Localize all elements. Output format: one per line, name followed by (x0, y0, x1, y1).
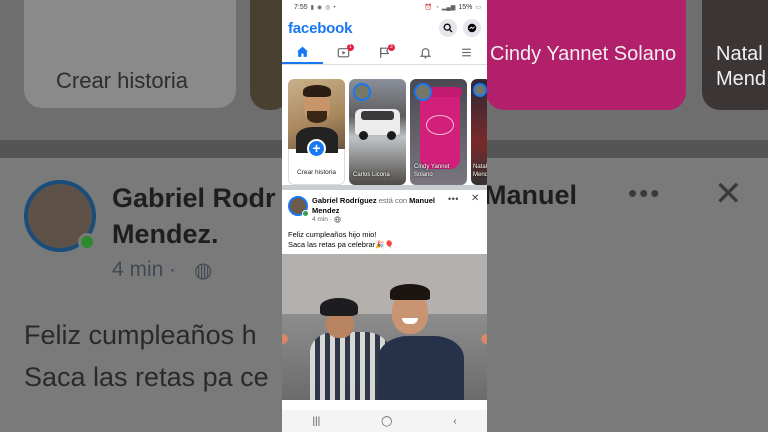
home-button-icon[interactable]: ◯ (381, 416, 392, 427)
post-author-line: Gabriel Rodríguez está con Manuel Mendez (312, 196, 442, 216)
globe-icon (334, 216, 341, 223)
messenger-icon (467, 23, 477, 33)
messenger-button[interactable] (463, 19, 481, 37)
status-left: 7:55 ▮ ◉ ◎ • (294, 4, 336, 11)
battery-percent: 15% (458, 4, 473, 11)
post-text-line: Feliz cumpleaños hijo mio! (288, 230, 377, 239)
story-card[interactable]: Carlos Licona (349, 79, 406, 185)
with-text: está con (378, 196, 408, 205)
add-story-icon[interactable]: + (307, 139, 326, 158)
create-story-card[interactable]: + Crear historia (288, 79, 345, 185)
bg-post-text-line: Saca las retas pa ce (24, 362, 269, 392)
post-photo[interactable] (282, 254, 487, 400)
status-right: ⏰ ◔ ▂▄▆ 15% ▭ (425, 4, 481, 11)
story-avatar (414, 83, 432, 101)
watch-badge: 1 (346, 44, 354, 51)
bg-online-dot (78, 233, 96, 251)
recents-button-icon[interactable]: ||| (312, 416, 320, 427)
stories-row: + Crear historia Carlos Licona Cindy Yan… (282, 73, 487, 190)
more-options-icon[interactable]: ••• (448, 194, 459, 204)
bg-more-icon: ••• (628, 178, 662, 208)
photo-wall (282, 254, 487, 314)
story-name: Carlos Licona (353, 172, 390, 178)
story-avatar (473, 83, 487, 97)
post-meta: 4 min · (312, 216, 341, 223)
search-icon (443, 23, 453, 33)
bg-tagged-name-line2: Mendez. (112, 219, 219, 249)
notification-dot: • (333, 4, 336, 11)
bg-author-name: Gabriel Rodr (112, 183, 276, 213)
tab-home[interactable] (282, 41, 323, 64)
close-icon[interactable]: ✕ (471, 193, 479, 204)
header-actions (439, 19, 481, 37)
nav-tabs: 1 3 (282, 41, 487, 65)
video-icon: ▮ (310, 5, 314, 11)
bg-story-name: Natal Mend (716, 43, 767, 90)
chat-icon: ◉ (316, 5, 323, 11)
bg-story-name: Cindy Yannet Solano (490, 43, 677, 65)
facebook-logo[interactable]: facebook (288, 20, 352, 37)
story-car-tire (359, 131, 368, 140)
tab-pages[interactable]: 3 (364, 41, 405, 64)
tab-watch[interactable]: 1 (323, 41, 364, 64)
person-right-jacket (378, 336, 464, 400)
person-left-cap (320, 298, 358, 316)
create-story-label: Crear historia (296, 169, 336, 176)
story-car-tire (387, 131, 396, 140)
bg-post-text-line: Feliz cumpleaños h (24, 320, 257, 350)
photo-hair (303, 85, 331, 97)
story-name: Natal Mend (473, 164, 487, 178)
feed-post: Gabriel Rodríguez está con Manuel Mendez… (282, 190, 487, 400)
story-avatar (353, 83, 371, 101)
search-button[interactable] (439, 19, 457, 37)
story-car-window (361, 111, 394, 120)
back-button-icon[interactable]: ‹ (453, 416, 456, 427)
home-icon (297, 46, 308, 57)
meta-separator: · (329, 216, 333, 223)
post-header: Gabriel Rodríguez está con Manuel Mendez… (282, 190, 487, 228)
pages-badge: 3 (387, 44, 395, 51)
author-name[interactable]: Gabriel Rodríguez (312, 196, 377, 205)
person-right-hair (390, 284, 430, 300)
tab-notifications[interactable] (405, 41, 446, 64)
alarm-icon: ⏰ (424, 5, 433, 11)
online-status-dot (302, 210, 309, 217)
bg-close-icon: ✕ (714, 175, 743, 213)
screen: Crear historia Cindy Yannet Solano Natal… (0, 0, 768, 432)
location-icon: ◎ (325, 5, 331, 11)
edge-handle-right (481, 334, 487, 344)
app-header: facebook (282, 15, 487, 41)
story-name: Cindy Yannet Solano (414, 164, 450, 178)
signal-icon: ▂▄▆ (441, 5, 456, 11)
bg-post-text: Feliz cumpleaños h Saca las retas pa ce (24, 314, 269, 398)
story-card[interactable]: Natal Mend (471, 79, 487, 185)
bg-post-time: 4 min · (112, 258, 177, 281)
edge-handle-left (282, 334, 288, 344)
status-bar: 7:55 ▮ ◉ ◎ • ⏰ ◔ ▂▄▆ 15% ▭ (282, 0, 487, 15)
story-card[interactable]: Cindy Yannet Solano (410, 79, 467, 185)
post-text: Feliz cumpleaños hijo mio! Saca las reta… (282, 228, 487, 254)
bg-tagged-name: Manuel (484, 180, 578, 210)
tab-menu[interactable] (446, 41, 487, 64)
subtab-strip (282, 65, 487, 73)
post-text-line: Saca las retas pa celebrar🎉🎈 (288, 240, 394, 249)
status-time: 7:55 (294, 4, 308, 11)
bg-globe-icon: ◍ (194, 259, 213, 282)
post-time[interactable]: 4 min (312, 216, 328, 223)
battery-icon: ▭ (475, 5, 481, 11)
menu-icon (462, 48, 471, 57)
phone-screen: 7:55 ▮ ◉ ◎ • ⏰ ◔ ▂▄▆ 15% ▭ facebook 1 3 … (282, 0, 487, 432)
bg-create-story-label: Crear historia (56, 68, 189, 93)
android-nav-bar: ||| ◯ ‹ (282, 410, 487, 432)
bell-icon (419, 48, 432, 59)
photo-beard (307, 111, 327, 123)
story-cup-logo (426, 115, 454, 135)
wifi-icon: ◔ (435, 4, 439, 11)
